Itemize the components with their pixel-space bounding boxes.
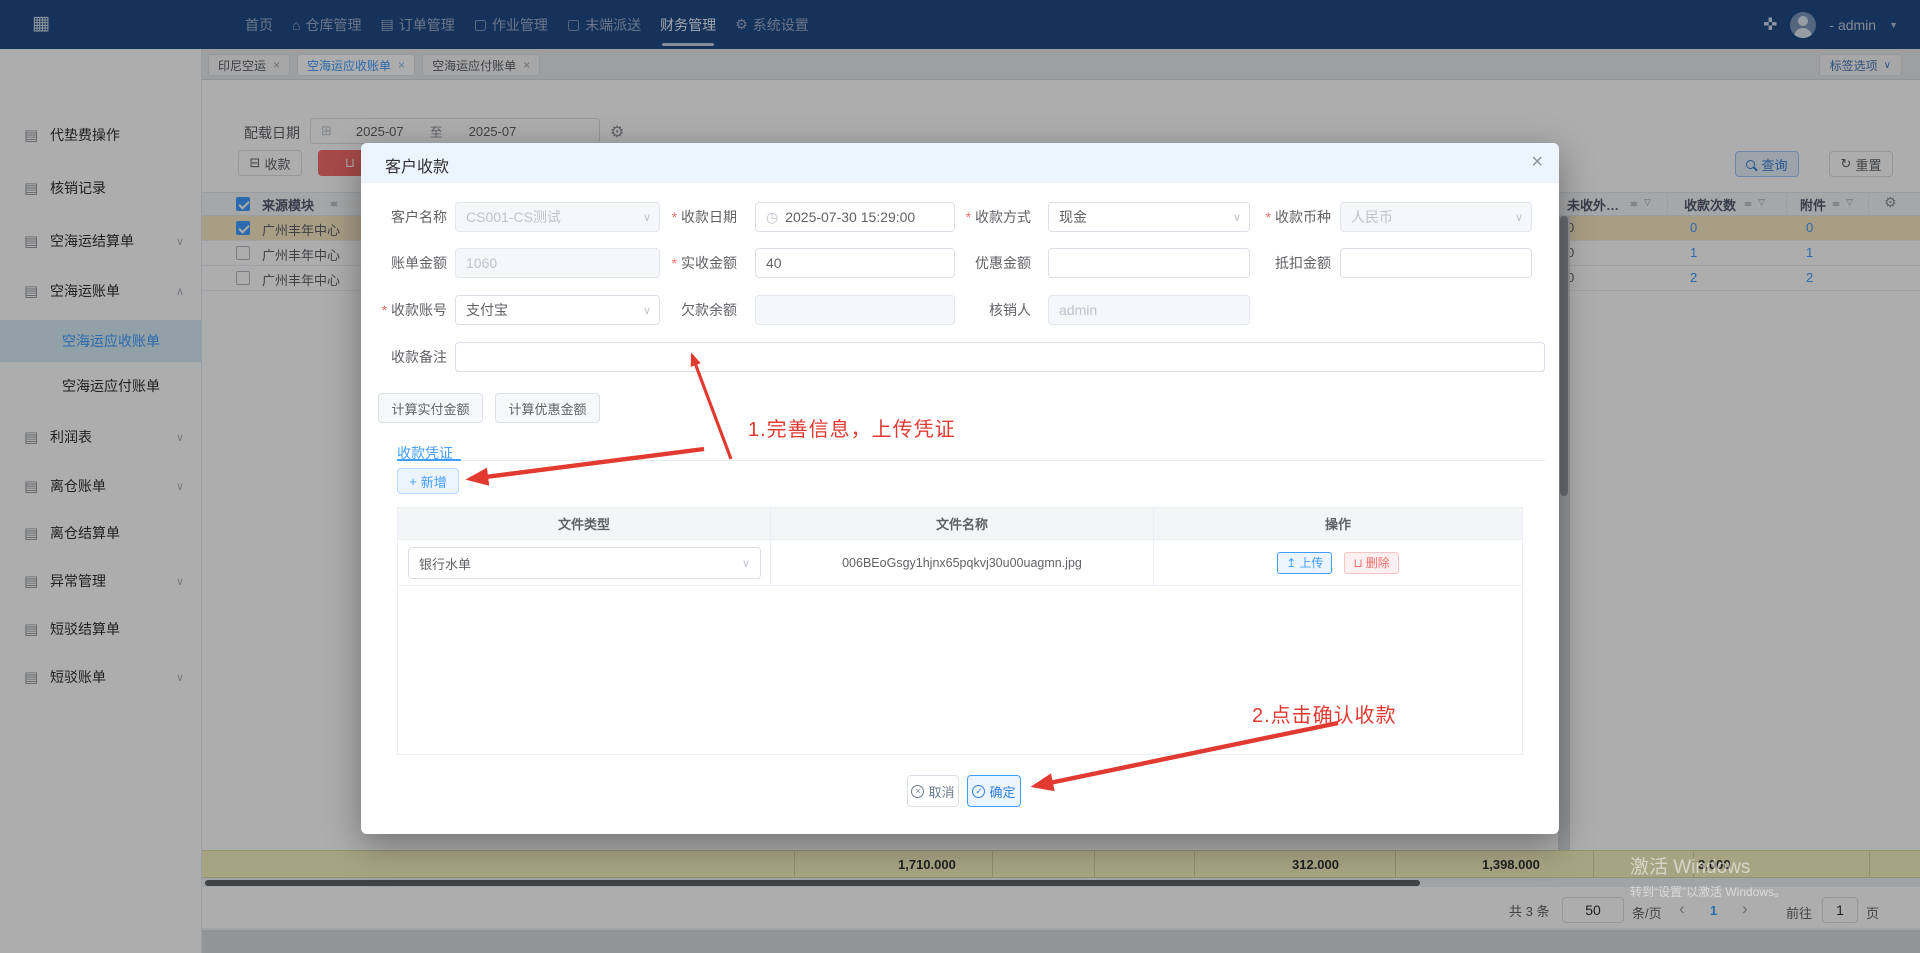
add-label: 新增	[420, 474, 447, 490]
remark-input[interactable]	[455, 342, 1545, 372]
tab-divider	[397, 460, 1545, 461]
chevron-down-icon: ∨	[1514, 211, 1523, 224]
clock-icon: ◷	[766, 208, 779, 225]
cancel-label: 取消	[928, 784, 955, 800]
bill-amount-label: 账单金额	[391, 255, 447, 271]
deduct-amount-input[interactable]	[1340, 248, 1532, 278]
payment-date-label: 收款日期	[647, 202, 737, 232]
currency-select[interactable]: 人民币 ∨	[1340, 202, 1532, 232]
cancel-circle-icon: ×	[911, 784, 925, 798]
customer-name-value: CS001-CS测试	[466, 209, 561, 225]
file-table-header: 文件类型 文件名称 操作	[398, 508, 1522, 540]
file-type-select[interactable]: 银行水单 ∨	[408, 547, 761, 579]
delete-file-button[interactable]: ⊔ 删除	[1344, 551, 1399, 574]
currency-value: 人民币	[1351, 209, 1393, 225]
file-name-header: 文件名称	[771, 508, 1154, 539]
paid-amount-input[interactable]: 40	[755, 248, 955, 278]
upload-label: 上传	[1299, 556, 1324, 570]
confirm-label: 确定	[989, 784, 1016, 800]
verifier-value: admin	[1059, 302, 1098, 318]
verifier-input[interactable]: admin	[1048, 295, 1250, 325]
payment-account-label: 收款账号	[375, 295, 447, 325]
customer-name-label: 客户名称	[391, 209, 447, 225]
payment-account-value: 支付宝	[466, 302, 508, 318]
upload-icon: ↥	[1286, 555, 1297, 570]
payment-method-value: 现金	[1059, 209, 1087, 225]
currency-label: 收款币种	[1241, 202, 1331, 232]
plus-icon: +	[409, 473, 417, 489]
discount-amount-label: 优惠金额	[975, 255, 1031, 271]
add-voucher-button[interactable]: + 新增	[397, 468, 459, 494]
confirm-circle-icon: ✓	[972, 784, 986, 798]
file-type-value: 银行水单	[419, 556, 472, 572]
bill-amount-value: 1060	[466, 255, 498, 271]
customer-name-select[interactable]: CS001-CS测试 ∨	[455, 202, 660, 232]
payment-date-input[interactable]: ◷ 2025-07-30 15:29:00	[755, 202, 955, 232]
close-icon[interactable]: ×	[1531, 151, 1543, 174]
app-root: ▦ 首页 ⌂ 仓库管理 ▤ 订单管理 ▢ 作业管理 ▢ 末端派送 财务管理 ⚙ 系统设置 …	[0, 0, 1920, 953]
verifier-label: 核销人	[989, 302, 1031, 318]
bill-amount-input[interactable]: 1060	[455, 248, 660, 278]
customer-payment-dialog: 客户收款 × 客户名称 CS001-CS测试∨ 收款日期 ◷2025-07-30…	[361, 143, 1559, 834]
dialog-header: 客户收款 ×	[361, 143, 1559, 183]
calc-discount-label: 计算优惠金额	[508, 401, 587, 417]
calc-paid-amount-button[interactable]: 计算实付金额	[378, 393, 483, 423]
chevron-down-icon: ∨	[1232, 211, 1241, 224]
calc-paid-label: 计算实付金额	[391, 401, 470, 417]
chevron-down-icon: ∨	[741, 557, 750, 570]
paid-amount-label: 实收金额	[647, 248, 737, 278]
deduct-amount-label: 抵扣金额	[1275, 255, 1331, 271]
payment-method-label: 收款方式	[941, 202, 1031, 232]
trash-icon: ⊔	[1353, 555, 1363, 570]
file-name: 006BEoGsgy1hjnx65pqkvj30u00uagmn.jpg	[842, 555, 1082, 570]
tab-active-underline	[397, 459, 461, 461]
operation-header: 操作	[1324, 517, 1351, 532]
discount-amount-input[interactable]	[1048, 248, 1250, 278]
file-type-header: 文件类型	[398, 508, 771, 539]
voucher-file-table: 文件类型 文件名称 操作 银行水单 ∨ 006BEoGsgy1hjnx65pqkv…	[397, 507, 1523, 755]
payment-date-value: 2025-07-30 15:29:00	[785, 209, 916, 225]
dialog-title: 客户收款	[385, 159, 450, 176]
remark-label: 收款备注	[391, 349, 447, 365]
paid-amount-value: 40	[766, 255, 782, 271]
debt-balance-input[interactable]	[755, 295, 955, 325]
cancel-button[interactable]: × 取消	[907, 775, 959, 807]
calc-discount-amount-button[interactable]: 计算优惠金额	[495, 393, 600, 423]
payment-account-select[interactable]: 支付宝 ∨	[455, 295, 660, 325]
payment-method-select[interactable]: 现金 ∨	[1048, 202, 1250, 232]
upload-button[interactable]: ↥ 上传	[1277, 551, 1333, 574]
delete-label: 删除	[1365, 556, 1390, 570]
file-table-row: 银行水单 ∨ 006BEoGsgy1hjnx65pqkvj30u00uagmn.j…	[398, 540, 1522, 586]
confirm-button[interactable]: ✓ 确定	[967, 775, 1021, 807]
debt-balance-label: 欠款余额	[681, 302, 737, 318]
